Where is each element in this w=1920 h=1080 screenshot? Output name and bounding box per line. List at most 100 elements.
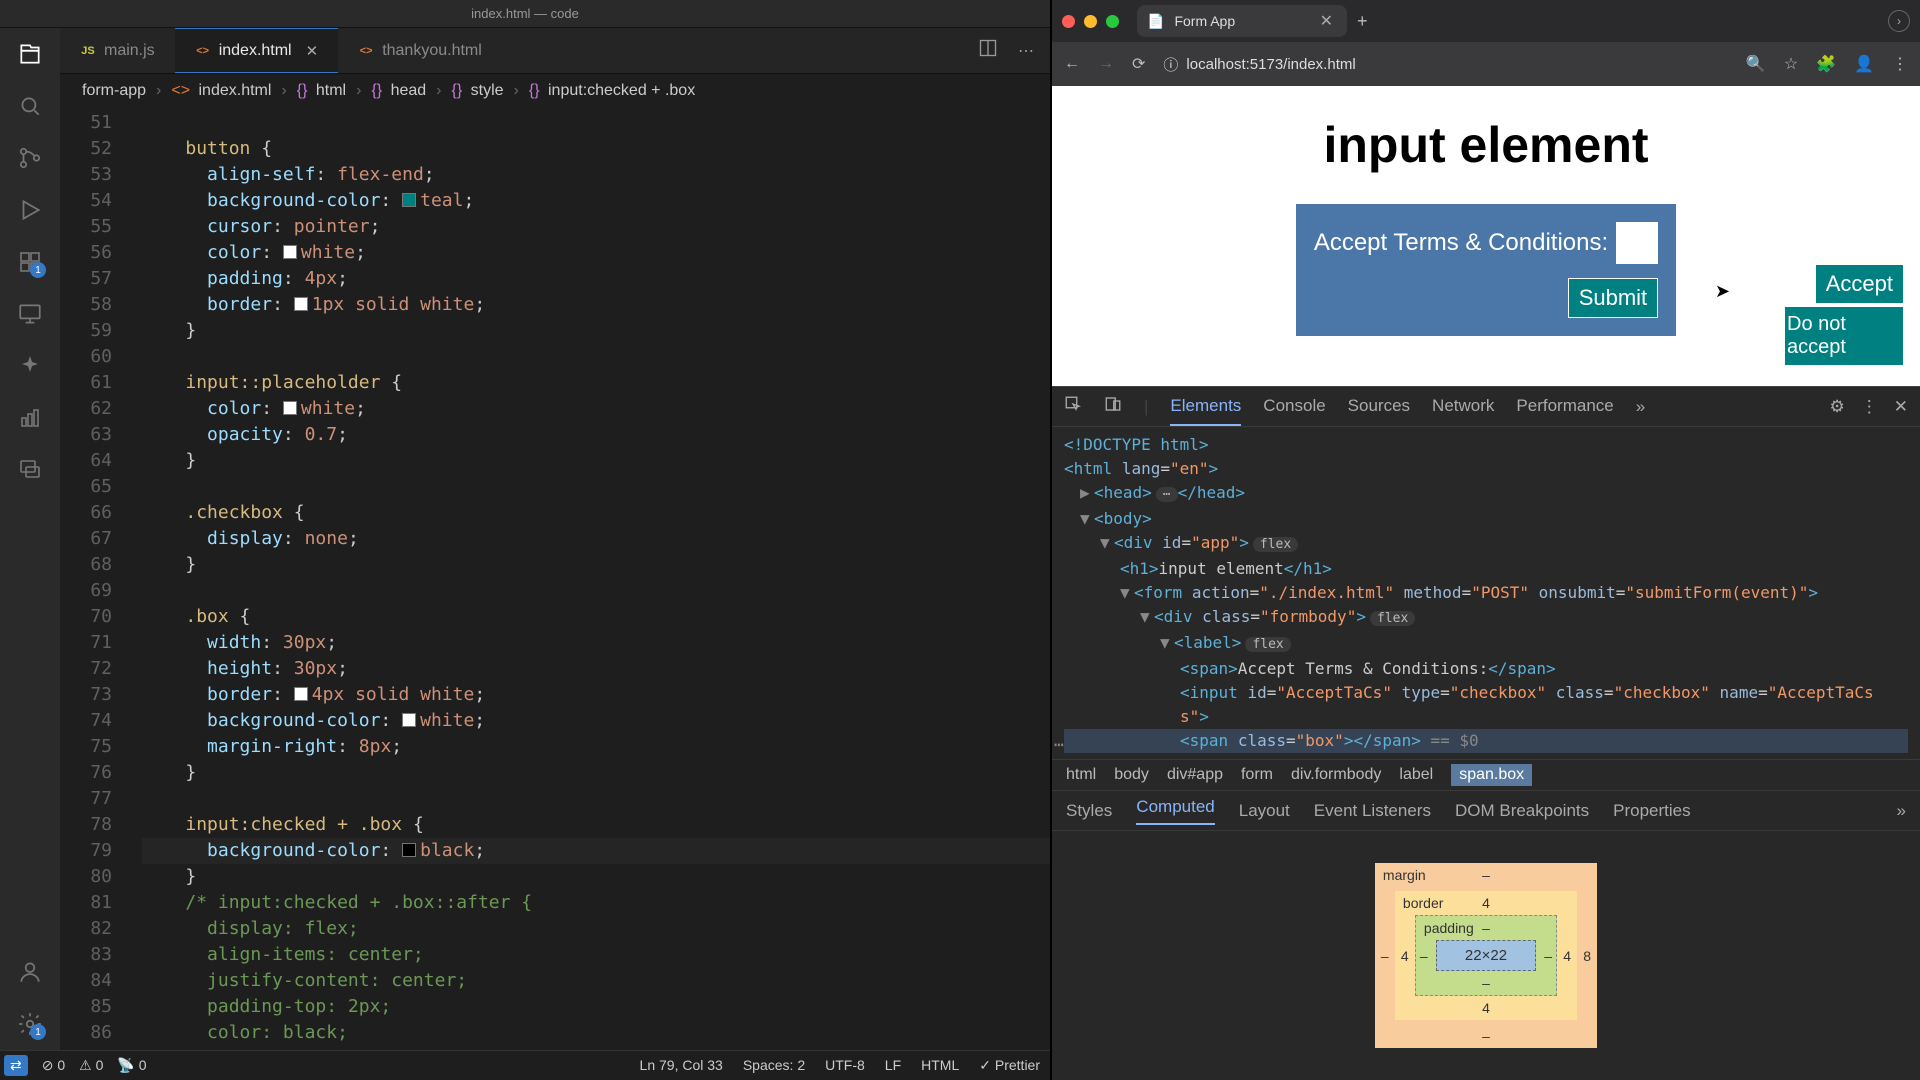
breadcrumb-item[interactable]: form-app xyxy=(82,82,146,100)
breadcrumb-item[interactable]: {} html xyxy=(297,82,346,100)
devtools-more-tabs-icon[interactable]: » xyxy=(1636,397,1645,417)
close-tab-icon[interactable]: ✕ xyxy=(306,42,319,60)
styles-tab[interactable]: DOM Breakpoints xyxy=(1455,801,1589,821)
search-icon[interactable] xyxy=(16,92,44,120)
page-heading: input element xyxy=(1323,116,1648,174)
file-type-icon: <> xyxy=(358,43,374,59)
devtools-close-icon[interactable]: ✕ xyxy=(1894,397,1908,417)
inspect-icon[interactable] xyxy=(1064,395,1082,418)
editor-tab[interactable]: <>thankyou.html xyxy=(338,28,502,73)
devtools-tab[interactable]: Console xyxy=(1263,388,1325,426)
page-viewport: input element Accept Terms & Conditions:… xyxy=(1052,86,1920,386)
sparkle-icon[interactable] xyxy=(16,352,44,380)
editor-tab[interactable]: <>index.html✕ xyxy=(175,28,339,73)
status-warnings[interactable]: ⚠ 0 xyxy=(79,1057,103,1074)
site-info-icon[interactable]: ⓘ xyxy=(1163,54,1178,75)
devtools-breadcrumbs[interactable]: html body div#app form div.formbody label span… xyxy=(1052,759,1920,791)
status-encoding[interactable]: UTF-8 xyxy=(825,1057,865,1074)
submit-button[interactable]: Submit xyxy=(1568,278,1658,318)
dom-tree[interactable]: <!DOCTYPE html> <html lang="en"> ▶<head>… xyxy=(1052,427,1920,759)
devtools-tab[interactable]: Sources xyxy=(1348,388,1410,426)
gear-icon[interactable]: 1 xyxy=(16,1010,44,1038)
tab-label: index.html xyxy=(219,42,292,60)
status-eol[interactable]: LF xyxy=(885,1057,901,1074)
devtools: | ElementsConsoleSourcesNetworkPerforman… xyxy=(1052,386,1920,1080)
devtools-tab[interactable]: Network xyxy=(1432,388,1494,426)
devtools-crumb[interactable]: span.box xyxy=(1451,764,1532,786)
address-bar[interactable]: ⓘ localhost:5173/index.html xyxy=(1163,54,1727,75)
zoom-icon[interactable]: 🔍 xyxy=(1746,54,1766,74)
breadcrumb-item[interactable]: {} style xyxy=(452,82,504,100)
styles-tab[interactable]: Layout xyxy=(1239,801,1290,821)
more-icon[interactable]: ⋯ xyxy=(1018,41,1034,61)
devtools-crumb[interactable]: div#app xyxy=(1167,766,1223,784)
status-cursor[interactable]: Ln 79, Col 33 xyxy=(640,1057,723,1074)
accept-button[interactable]: Accept xyxy=(1815,264,1904,304)
remote-indicator[interactable]: ⇄ xyxy=(4,1055,28,1076)
terms-checkbox[interactable] xyxy=(1616,222,1658,264)
url-text: localhost:5173/index.html xyxy=(1186,56,1355,73)
device-toggle-icon[interactable] xyxy=(1104,395,1122,418)
close-tab-icon[interactable]: ✕ xyxy=(1320,11,1333,31)
browser-tab-title: Form App xyxy=(1174,13,1235,29)
extensions-icon[interactable]: 1 xyxy=(16,248,44,276)
breadcrumb-item[interactable]: {} head xyxy=(371,82,426,100)
profile-icon[interactable]: 👤 xyxy=(1854,54,1874,74)
breadcrumb-item[interactable]: {} input:checked + .box xyxy=(529,82,695,100)
chart-icon[interactable] xyxy=(16,404,44,432)
bookmark-icon[interactable]: ☆ xyxy=(1784,54,1798,74)
status-spaces[interactable]: Spaces: 2 xyxy=(743,1057,805,1074)
browser-window: 📄 Form App ✕ + › ← → ⟳ ⓘ localhost:5173/… xyxy=(1050,0,1920,1080)
new-tab-icon[interactable]: + xyxy=(1357,11,1368,32)
breadcrumb-icon: <> xyxy=(171,82,190,99)
box-model[interactable]: margin – – – 8 border 4 4 4 4 padding – … xyxy=(1052,831,1920,1080)
gear-badge: 1 xyxy=(30,1024,46,1040)
traffic-lights[interactable] xyxy=(1062,15,1119,28)
breadcrumb-item[interactable]: <> index.html xyxy=(171,82,271,100)
browser-menu-icon[interactable]: ⋮ xyxy=(1892,54,1908,74)
explorer-icon[interactable] xyxy=(16,40,44,68)
devtools-gear-icon[interactable]: ⚙ xyxy=(1830,397,1845,417)
devtools-crumb[interactable]: body xyxy=(1114,766,1149,784)
devtools-crumb[interactable]: html xyxy=(1066,766,1096,784)
devtools-crumb[interactable]: label xyxy=(1399,766,1433,784)
dom-ellipsis-icon[interactable]: ⋯ xyxy=(1054,733,1064,757)
reject-button[interactable]: Do not accept xyxy=(1784,306,1904,366)
activity-bar: 1 1 xyxy=(0,28,60,1050)
breadcrumb-icon: {} xyxy=(529,82,540,99)
devtools-tab[interactable]: Elements xyxy=(1170,388,1241,426)
source-control-icon[interactable] xyxy=(16,144,44,172)
split-editor-icon[interactable] xyxy=(978,38,998,63)
back-icon[interactable]: ← xyxy=(1064,55,1080,73)
devtools-crumb[interactable]: form xyxy=(1241,766,1273,784)
styles-tab[interactable]: Event Listeners xyxy=(1314,801,1431,821)
devtools-tab[interactable]: Performance xyxy=(1516,388,1613,426)
comment-icon[interactable] xyxy=(16,456,44,484)
remote-explorer-icon[interactable] xyxy=(16,300,44,328)
code-editor[interactable]: 5152535455565758596061626364656667686970… xyxy=(60,108,1050,1050)
status-lang[interactable]: HTML xyxy=(921,1057,959,1074)
maximize-window-icon[interactable] xyxy=(1106,15,1119,28)
breadcrumbs[interactable]: form-app›<> index.html›{} html›{} head›{… xyxy=(60,74,1050,108)
run-debug-icon[interactable] xyxy=(16,196,44,224)
status-ports[interactable]: 📡 0 xyxy=(117,1057,146,1074)
status-errors[interactable]: ⊘ 0 xyxy=(42,1057,65,1074)
forward-icon[interactable]: → xyxy=(1098,55,1114,73)
file-type-icon: JS xyxy=(80,43,96,59)
status-formatter[interactable]: ✓ Prettier xyxy=(979,1057,1040,1074)
devtools-menu-icon[interactable]: ⋮ xyxy=(1861,397,1878,417)
minimize-window-icon[interactable] xyxy=(1084,15,1097,28)
reload-icon[interactable]: ⟳ xyxy=(1132,54,1145,74)
styles-tab[interactable]: Styles xyxy=(1066,801,1112,821)
account-icon[interactable] xyxy=(16,958,44,986)
styles-tab[interactable]: Properties xyxy=(1613,801,1690,821)
editor-tab[interactable]: JSmain.js xyxy=(60,28,175,73)
styles-tab[interactable]: Computed xyxy=(1136,797,1214,825)
close-window-icon[interactable] xyxy=(1062,15,1075,28)
styles-more-icon[interactable]: » xyxy=(1897,801,1906,821)
extensions-puzzle-icon[interactable]: 🧩 xyxy=(1816,54,1836,74)
breadcrumb-icon: {} xyxy=(452,82,463,99)
browser-tab[interactable]: 📄 Form App ✕ xyxy=(1137,5,1347,37)
devtools-crumb[interactable]: div.formbody xyxy=(1291,766,1381,784)
tabstrip-menu-icon[interactable]: › xyxy=(1888,10,1910,32)
